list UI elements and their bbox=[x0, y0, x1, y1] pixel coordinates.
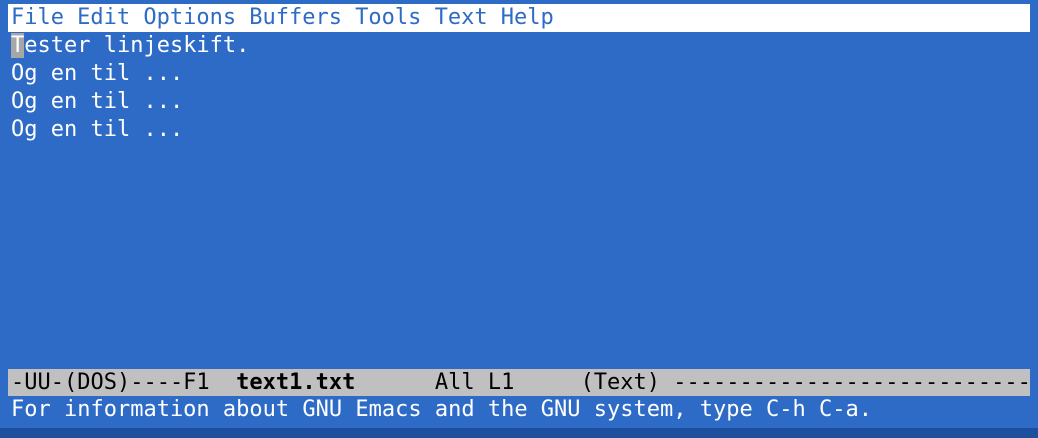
menu-tools[interactable]: Tools bbox=[355, 4, 421, 32]
menu-text[interactable]: Text bbox=[435, 4, 488, 32]
mode-line-position: All L1 bbox=[355, 370, 581, 395]
menu-buffers[interactable]: Buffers bbox=[249, 4, 342, 32]
mode-line-status: -UU-(DOS)----F1 bbox=[11, 370, 237, 395]
text-buffer[interactable]: Tester linjeskift. Og en til ... Og en til… bbox=[11, 32, 1031, 364]
buffer-line[interactable]: Og en til ... bbox=[11, 88, 1031, 116]
menu-help[interactable]: Help bbox=[501, 4, 554, 32]
buffer-line-text: ester linjeskift. bbox=[24, 33, 250, 58]
menu-file[interactable]: File bbox=[11, 4, 64, 32]
mode-line-major-mode[interactable]: (Text) bbox=[581, 370, 660, 395]
text-cursor: T bbox=[11, 33, 25, 58]
menu-bar: File Edit Options Buffers Tools Text Help bbox=[8, 4, 1030, 32]
buffer-line[interactable]: Og en til ... bbox=[11, 60, 1031, 88]
echo-area: For information about GNU Emacs and the … bbox=[11, 397, 872, 422]
mode-line-buffer-name[interactable]: text1.txt bbox=[236, 370, 355, 395]
mode-line-fill: ----------------------------------------… bbox=[673, 370, 1030, 395]
buffer-line[interactable]: Tester linjeskift. bbox=[11, 32, 1031, 60]
mode-line: -UU-(DOS)----F1 text1.txt All L1 (Text) … bbox=[8, 369, 1030, 396]
menu-options[interactable]: Options bbox=[143, 4, 236, 32]
buffer-line[interactable]: Og en til ... bbox=[11, 116, 1031, 144]
menu-edit[interactable]: Edit bbox=[77, 4, 130, 32]
terminal-bottom-edge bbox=[0, 428, 1038, 438]
